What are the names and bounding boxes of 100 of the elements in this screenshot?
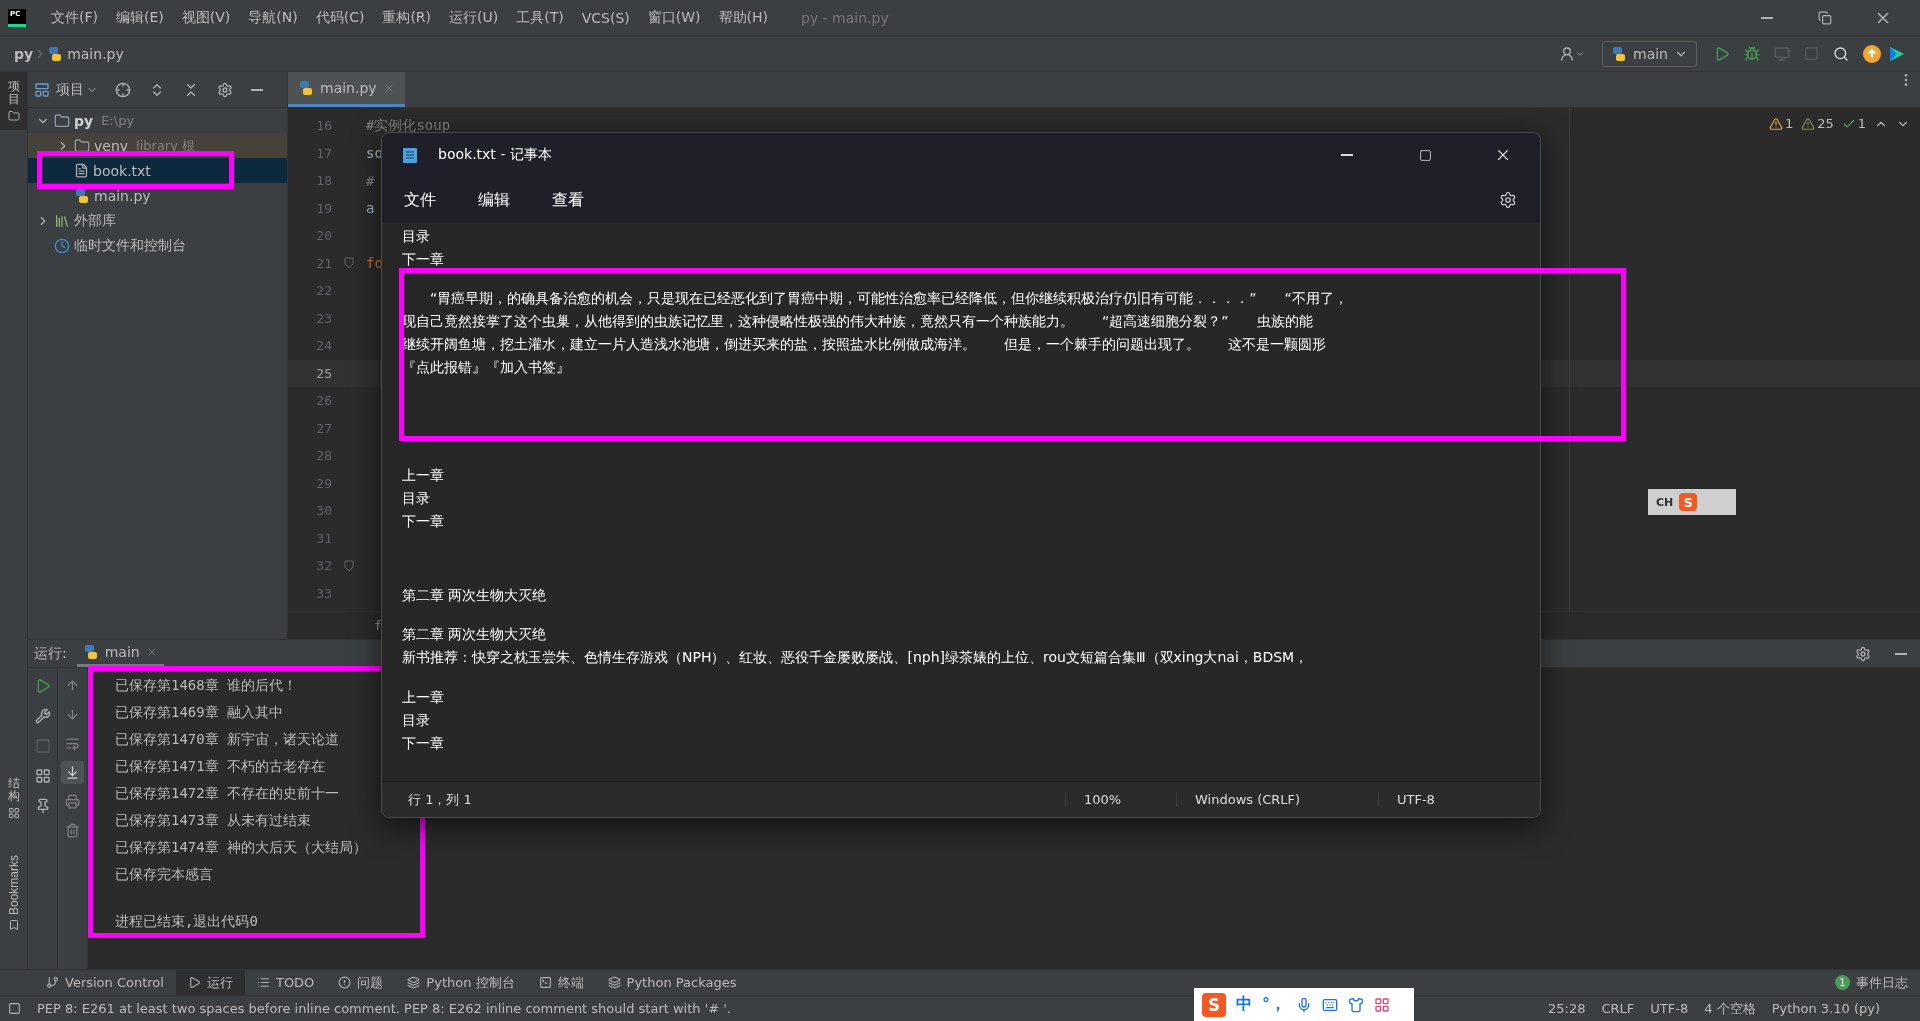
breadcrumb-item[interactable]: py — [14, 45, 34, 62]
run-panel-label: 运行: — [34, 644, 67, 663]
text-line: 第二章 两次生物大灭绝 — [402, 625, 548, 644]
status-item: 行 1，列 1 — [407, 790, 473, 809]
run-config-dropdown[interactable]: main — [1602, 40, 1697, 67]
project-view-dropdown[interactable]: 项目 — [54, 80, 104, 99]
status-item[interactable]: Python 3.10 (py) — [1771, 1001, 1880, 1016]
text-line: 新书推荐：快穿之枕玉尝朱、色情生存游戏（NPH）、红妆、恶役千金屡败屡战、[nph]绿茶婊的上位、rou文短篇合集Ⅲ（双xing大nai，BDSM， — [402, 648, 1310, 667]
menu-item[interactable]: 文件 — [390, 185, 450, 215]
menu-item[interactable]: 编辑(E) — [107, 8, 173, 27]
layout-icon — [34, 768, 51, 784]
text-line: 上一章 — [402, 688, 445, 707]
menu-item[interactable]: 工具(T) — [507, 8, 573, 27]
trash-icon — [65, 823, 80, 838]
tree-item[interactable]: main.py — [28, 183, 287, 208]
menu-item[interactable]: 导航(N) — [239, 8, 307, 27]
text-line: 上一章 — [402, 466, 445, 485]
structure-icon — [7, 806, 20, 819]
run-icon — [1714, 45, 1730, 62]
inspection-count[interactable]: 1 — [1768, 116, 1794, 131]
side-tab[interactable]: Bookmarks — [0, 846, 27, 939]
tool-window-tab[interactable]: 运行 — [175, 970, 245, 995]
text-line: “胃癌早期，的确具备治愈的机会，只是现在已经恶化到了胃癌中期，可能性治愈率已经降低，但你继续积极治疗仍旧有可能．．．．” “不用了， — [429, 289, 1349, 308]
status-message: PEP 8: E261 at least two spaces before inline comment. PEP 8: E262 inline comment should start with '# '. — [37, 1001, 731, 1016]
menu-item[interactable]: 查看 — [538, 185, 598, 215]
event-log-tab[interactable]: 1 事件日志 — [1823, 970, 1920, 995]
menu-item[interactable]: 视图(V) — [172, 8, 240, 27]
notepad-icon — [402, 146, 418, 164]
line-number: 28 — [315, 448, 332, 464]
side-tab[interactable]: 结构 — [0, 768, 27, 827]
menu-item[interactable]: VCS(S) — [572, 9, 639, 26]
line-number: 18 — [315, 173, 332, 189]
code-text: # — [366, 172, 375, 189]
python-file-icon — [1611, 45, 1627, 62]
console-line: 已保存第1472章 不存在的史前十一 — [115, 784, 340, 803]
text-line: 『点此报错』『加入书签』 — [402, 358, 571, 377]
code-breadcrumb[interactable]: f — [374, 618, 382, 633]
text-line: 目录 — [402, 489, 431, 508]
line-number: 19 — [315, 200, 332, 216]
fold-marker-icon[interactable] — [344, 257, 354, 270]
menu-item[interactable]: 窗口(W) — [638, 8, 710, 27]
menu-item[interactable]: 重构(R) — [373, 8, 441, 27]
settings-icon — [1855, 645, 1871, 662]
minimize-icon — [1761, 16, 1773, 19]
line-number: 26 — [315, 393, 332, 409]
tool-window-tab[interactable]: TODO — [244, 970, 327, 995]
python-file-icon — [74, 187, 90, 204]
menu-item[interactable]: 帮助(H) — [709, 8, 777, 27]
text-line: 现自己竟然接掌了这个虫巢，从他得到的虫族记忆里，这种侵略性极强的伟大种族，竟然只有一个种族能力。 “超高速细胞分裂？” 虫族的能 — [402, 312, 1314, 331]
minus-icon — [251, 88, 263, 91]
exit-message: 进程已结束,退出代码0 — [115, 912, 258, 931]
mic-icon[interactable] — [1296, 996, 1312, 1013]
line-number: 31 — [315, 530, 332, 546]
menu-item[interactable]: 运行(U) — [440, 8, 508, 27]
tree-item[interactable]: 临时文件和控制台 — [28, 233, 287, 258]
ime-indicator[interactable]: CH S — [1648, 489, 1736, 515]
bookmark-icon — [7, 919, 20, 931]
update-icon — [1863, 44, 1881, 63]
menu-item[interactable]: 编辑 — [464, 185, 524, 215]
editor-tab[interactable]: main.py — [288, 72, 405, 107]
stop-icon — [34, 738, 51, 754]
tool-window-tab[interactable]: 问题 — [326, 970, 396, 995]
tool-window-tab[interactable]: 终端 — [526, 970, 596, 995]
inspection-count[interactable]: 1 — [1841, 116, 1866, 131]
menu-item[interactable]: 代码(C) — [306, 8, 374, 27]
console-line: 已保存完本感言 — [115, 865, 213, 884]
menu-item[interactable]: 文件(F) — [42, 8, 107, 27]
tree-item[interactable]: py E:\py — [28, 108, 287, 133]
tool-window-tab[interactable]: Version Control — [34, 970, 176, 995]
side-tab[interactable]: 项目 — [0, 72, 27, 131]
console-toggle[interactable] — [61, 761, 84, 784]
status-item[interactable]: 4 个空格 — [1704, 999, 1756, 1018]
user-icon — [1559, 45, 1575, 62]
count-badge: 1 — [1835, 975, 1850, 990]
tree-item-hint: library 根 — [136, 136, 196, 155]
status-item[interactable]: CRLF — [1601, 1001, 1635, 1016]
status-item[interactable]: 25:28 — [1548, 1001, 1586, 1016]
keyboard-icon[interactable] — [1322, 996, 1338, 1013]
ime-punctuation[interactable]: °， — [1262, 994, 1286, 1015]
tree-item[interactable]: book.txt — [28, 158, 287, 183]
plugin-logo-icon[interactable] — [1888, 44, 1906, 63]
terminal-icon — [538, 976, 552, 989]
minus-icon — [1895, 652, 1907, 655]
status-item: 100% — [1065, 792, 1176, 807]
tree-item[interactable]: 外部库 — [28, 208, 287, 233]
stop-icon — [1804, 46, 1819, 61]
breadcrumb-item[interactable]: main.py — [67, 45, 124, 62]
status-toggle-icon[interactable] — [8, 1002, 21, 1015]
console-line: 已保存第1471章 不朽的古老存在 — [115, 757, 326, 776]
fold-marker-icon[interactable] — [344, 559, 354, 572]
line-number: 22 — [315, 283, 332, 299]
ime-mode[interactable]: 中 — [1236, 994, 1252, 1015]
tool-window-tab[interactable]: Python Packages — [595, 970, 749, 995]
apps-icon[interactable] — [1374, 996, 1390, 1013]
scratch-icon — [54, 237, 70, 254]
inspection-count[interactable]: 25 — [1801, 116, 1834, 131]
shirt-icon[interactable] — [1348, 996, 1364, 1013]
tool-window-tab[interactable]: Python 控制台 — [395, 970, 527, 995]
run-tab[interactable]: main — [76, 640, 164, 667]
status-item[interactable]: UTF-8 — [1650, 1001, 1689, 1016]
